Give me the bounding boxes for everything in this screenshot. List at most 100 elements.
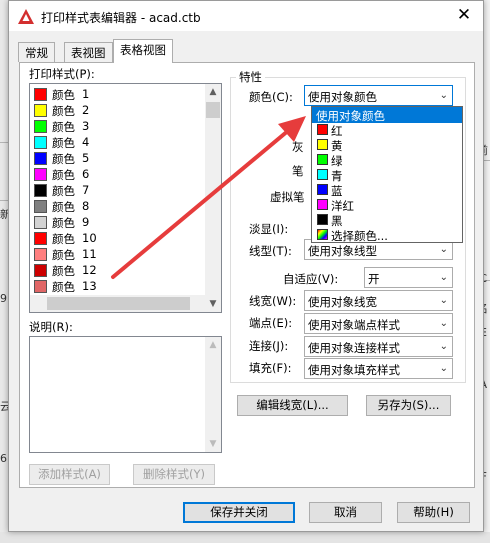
plot-style-name: 颜色	[52, 120, 75, 134]
save-and-close-button[interactable]: 保存并关闭	[183, 502, 295, 523]
list-item[interactable]: 颜色 5	[30, 150, 208, 166]
dropdown-option[interactable]: 红	[312, 122, 462, 138]
color-swatch-icon	[34, 104, 47, 117]
plot-style-number: 5	[82, 151, 90, 165]
list-item[interactable]: 颜色 3	[30, 118, 208, 134]
delete-style-button[interactable]: 删除样式(Y)	[133, 464, 215, 485]
help-button[interactable]: 帮助(H)	[397, 502, 470, 523]
chevron-down-icon: ⌄	[439, 244, 448, 255]
scrollbar-thumb[interactable]	[47, 297, 190, 310]
color-swatch-icon	[34, 152, 47, 165]
color-swatch-icon	[34, 120, 47, 133]
close-icon[interactable]: ✕	[453, 4, 475, 26]
dropdown-option[interactable]: 蓝	[312, 182, 462, 198]
color-picker-icon	[317, 229, 328, 240]
linetype-label: 线型(T):	[249, 244, 292, 258]
plot-style-number: 3	[82, 119, 90, 133]
dropdown-option[interactable]: 青	[312, 167, 462, 183]
background-text: 9	[0, 292, 7, 305]
color-swatch-icon	[34, 88, 47, 101]
list-item[interactable]: 颜色 13	[30, 278, 208, 294]
join-label: 连接(J):	[249, 339, 289, 353]
color-swatch-icon	[317, 124, 328, 135]
scroll-down-icon[interactable]: ▼	[205, 436, 221, 452]
chevron-down-icon: ⌄	[439, 295, 448, 306]
endpoint-label: 端点(E):	[249, 316, 293, 330]
plot-style-number: 4	[82, 135, 90, 149]
list-item[interactable]: 颜色 7	[30, 182, 208, 198]
color-swatch-icon	[34, 232, 47, 245]
chevron-down-icon: ⌄	[439, 90, 448, 101]
plot-style-number: 11	[82, 247, 97, 261]
plot-style-name: 颜色	[52, 184, 75, 198]
tab-general[interactable]: 常规	[18, 42, 55, 62]
list-item[interactable]: 颜色 4	[30, 134, 208, 150]
vertical-scrollbar[interactable]: ▲ ▼	[205, 337, 221, 452]
title-bar[interactable]: 打印样式表编辑器 - acad.ctb ✕	[9, 1, 483, 31]
dropdown-option[interactable]: 选择颜色...	[312, 227, 462, 243]
join-select-value: 使用对象连接样式	[308, 341, 400, 355]
tab-form-view[interactable]: 表格视图	[113, 39, 173, 63]
description-textarea[interactable]: ▲ ▼	[29, 336, 222, 453]
vertical-scrollbar[interactable]: ▲ ▼	[205, 84, 221, 312]
save-as-button[interactable]: 另存为(S)...	[366, 395, 451, 416]
adaptive-select[interactable]: 开 ⌄	[364, 267, 453, 288]
window-title: 打印样式表编辑器 - acad.ctb	[41, 11, 201, 25]
chevron-down-icon: ⌄	[439, 341, 448, 352]
plot-style-name: 颜色	[52, 104, 75, 118]
list-item[interactable]: 颜色 8	[30, 198, 208, 214]
horizontal-scrollbar[interactable]	[30, 295, 207, 312]
edit-lineweights-button[interactable]: 编辑线宽(L)...	[237, 395, 348, 416]
lineweight-label: 线宽(W):	[249, 294, 297, 308]
dropdown-option[interactable]: 使用对象颜色	[312, 107, 462, 123]
scroll-down-icon[interactable]: ▼	[205, 296, 221, 312]
dropdown-option[interactable]: 绿	[312, 152, 462, 168]
list-item[interactable]: 颜色 12	[30, 262, 208, 278]
dropdown-option[interactable]: 黑	[312, 212, 462, 228]
color-swatch-icon	[34, 248, 47, 261]
color-dropdown-list[interactable]: 使用对象颜色红黄绿青蓝洋红黑选择颜色...	[311, 106, 463, 243]
autocad-app-icon	[18, 9, 34, 24]
adaptive-label: 自适应(V):	[283, 272, 339, 286]
color-swatch-icon	[34, 136, 47, 149]
plot-style-number: 13	[82, 279, 97, 293]
list-item[interactable]: 颜色 9	[30, 214, 208, 230]
color-swatch-icon	[34, 264, 47, 277]
color-swatch-icon	[317, 199, 328, 210]
list-item[interactable]: 颜色 11	[30, 246, 208, 262]
background-text: 6	[0, 452, 7, 465]
scroll-up-icon[interactable]: ▲	[205, 337, 221, 353]
scroll-up-icon[interactable]: ▲	[205, 84, 221, 100]
color-label: 颜色(C):	[249, 90, 293, 104]
scrollbar-thumb[interactable]	[206, 102, 220, 118]
lineweight-select-value: 使用对象线宽	[308, 295, 377, 309]
list-item[interactable]: 颜色 10	[30, 230, 208, 246]
plot-style-number: 2	[82, 103, 90, 117]
dropdown-option[interactable]: 黄	[312, 137, 462, 153]
properties-group-title: 特性	[236, 69, 265, 85]
tab-table-view[interactable]: 表视图	[64, 42, 113, 62]
list-item[interactable]: 颜色 6	[30, 166, 208, 182]
list-item[interactable]: 颜色 2	[30, 102, 208, 118]
chevron-down-icon: ⌄	[439, 363, 448, 374]
join-select[interactable]: 使用对象连接样式 ⌄	[304, 336, 453, 357]
dropdown-option[interactable]: 洋红	[312, 197, 462, 213]
plot-style-name: 颜色	[52, 136, 75, 150]
endpoint-select[interactable]: 使用对象端点样式 ⌄	[304, 313, 453, 334]
color-swatch-icon	[34, 280, 47, 293]
plot-style-name: 颜色	[52, 88, 75, 102]
color-swatch-icon	[317, 169, 328, 180]
plot-style-table-editor-dialog: 打印样式表编辑器 - acad.ctb ✕ 常规 表视图 表格视图 打印样式(P…	[8, 0, 484, 532]
fill-select[interactable]: 使用对象填充样式 ⌄	[304, 358, 453, 379]
color-swatch-icon	[317, 139, 328, 150]
color-swatch-icon	[34, 200, 47, 213]
color-select-value: 使用对象颜色	[308, 90, 377, 104]
lineweight-select[interactable]: 使用对象线宽 ⌄	[304, 290, 453, 311]
plot-style-name: 颜色	[52, 264, 75, 278]
dropdown-option-label: 选择颜色...	[331, 229, 388, 243]
plot-styles-list[interactable]: 颜色 1 颜色 2 颜色 3 颜色 4 颜色 5 颜色 6 颜色 7 颜色 8 颜色 9 颜色 10 颜色 11 颜色 12 颜…	[29, 83, 222, 313]
add-style-button[interactable]: 添加样式(A)	[29, 464, 110, 485]
cancel-button[interactable]: 取消	[309, 502, 382, 523]
list-item[interactable]: 颜色 1	[30, 86, 208, 102]
color-select[interactable]: 使用对象颜色 ⌄	[304, 85, 453, 106]
